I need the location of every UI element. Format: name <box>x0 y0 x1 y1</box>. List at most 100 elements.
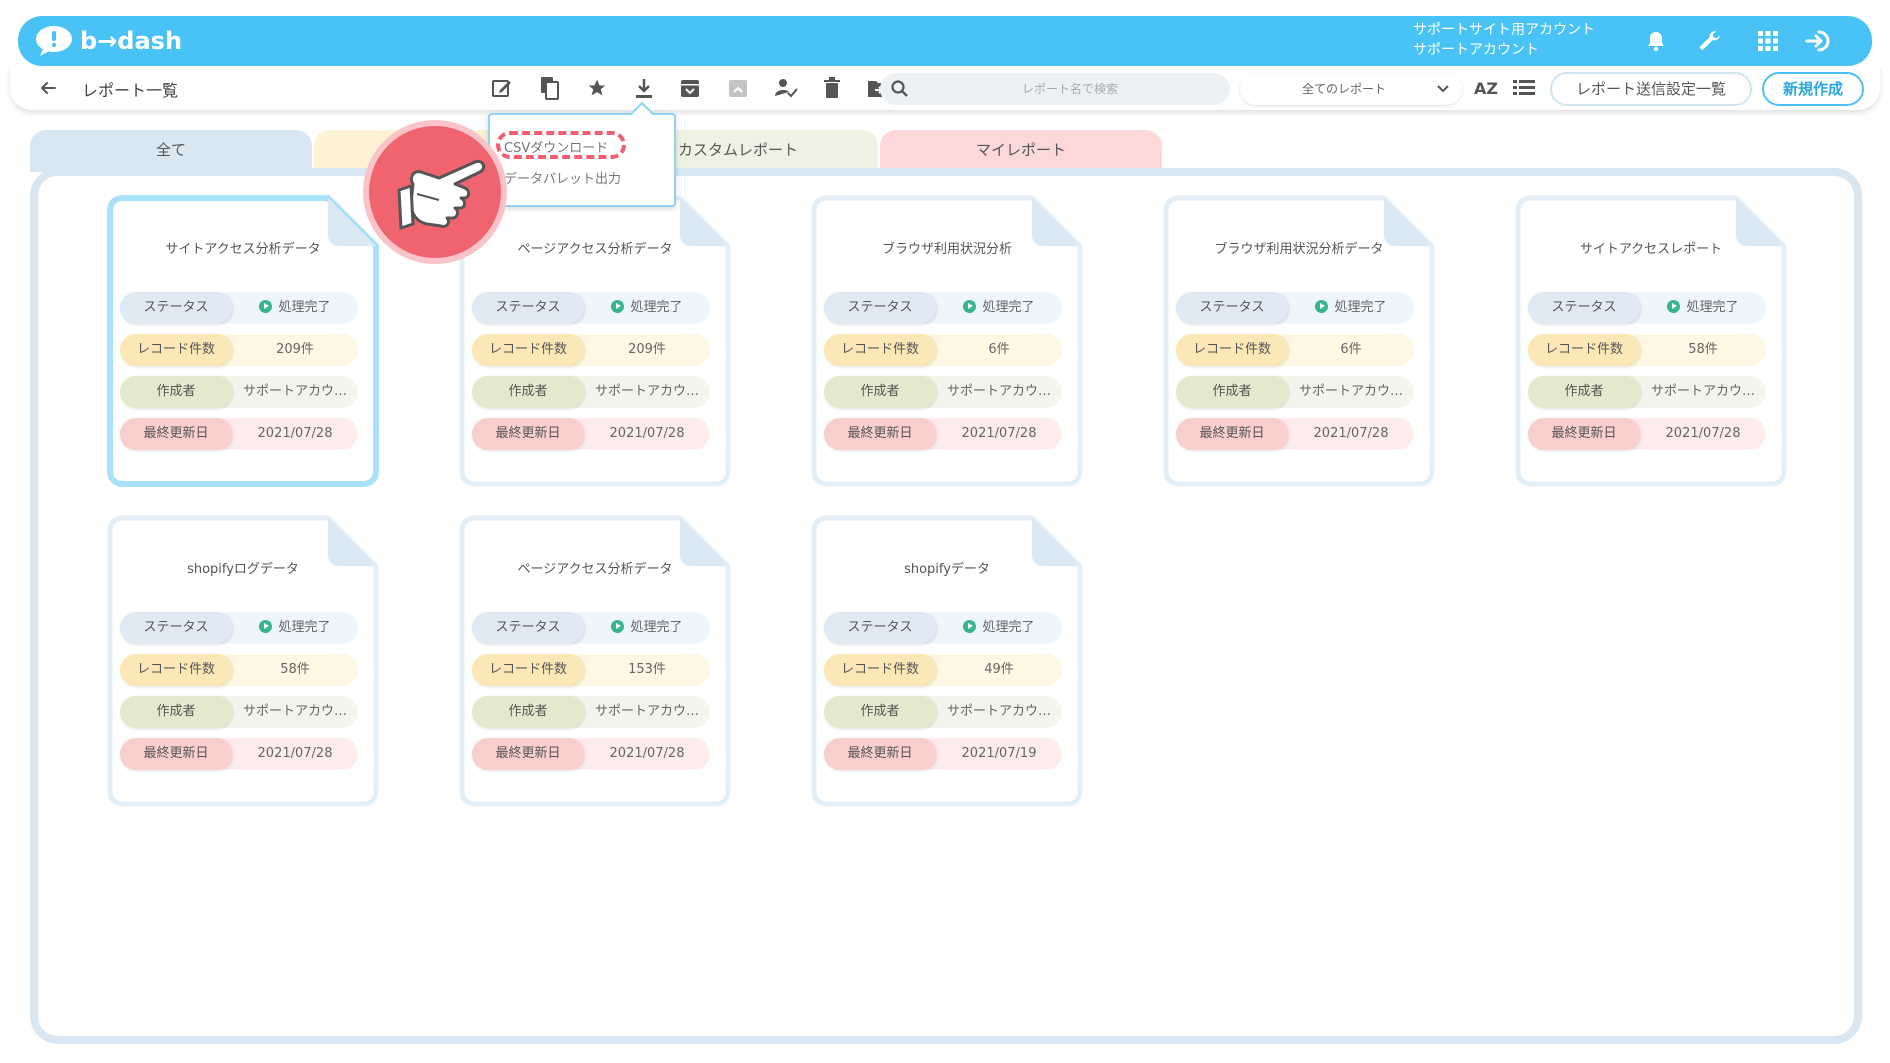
updated-label: 最終更新日 <box>120 738 232 770</box>
status-text: 処理完了 <box>630 620 683 635</box>
report-card[interactable]: ブラウザ利用状況分析 ステータス 処理完了 レコード件数 6件 作成者 サポート… <box>810 194 1084 488</box>
edit-icon[interactable] <box>488 74 516 102</box>
updated-label: 最終更新日 <box>472 738 584 770</box>
status-value: 処理完了 <box>1288 292 1414 324</box>
creator-label: 作成者 <box>1176 376 1288 408</box>
search-box[interactable] <box>880 73 1230 105</box>
star-icon[interactable] <box>583 74 611 102</box>
report-card[interactable]: サイトアクセス分析データ ステータス 処理完了 レコード件数 209件 作成者 … <box>106 194 380 488</box>
records-value: 6件 <box>1340 342 1362 357</box>
report-card-creator-row: 作成者 サポートアカウ… <box>1176 376 1414 408</box>
archive-icon[interactable] <box>676 74 704 102</box>
report-card-title: ブラウザ利用状況分析 <box>881 242 1012 257</box>
apps-grid-icon[interactable] <box>1752 25 1784 57</box>
status-label: ステータス <box>120 612 232 644</box>
report-card-status-row: ステータス 処理完了 <box>472 292 710 324</box>
creator-value: サポートアカウ… <box>242 704 347 719</box>
report-filter-select[interactable]: 全てのレポート <box>1240 73 1462 105</box>
account-site-name: サポートサイト用アカウント <box>1413 22 1595 38</box>
back-arrow-icon[interactable] <box>36 76 60 100</box>
logo[interactable]: b→dash <box>34 25 182 57</box>
csv-highlight-marker <box>496 131 626 159</box>
report-card-records-row: レコード件数 58件 <box>1528 334 1766 366</box>
menu-item-data-palette-export[interactable]: データパレット出力 <box>504 168 621 187</box>
new-report-button[interactable]: 新規作成 <box>1762 72 1864 106</box>
report-card-records-row: レコード件数 153件 <box>472 654 710 686</box>
status-value: 処理完了 <box>584 612 710 644</box>
updated-label: 最終更新日 <box>1176 418 1288 450</box>
records-value: 153件 <box>628 662 666 677</box>
updated-label: 最終更新日 <box>824 418 936 450</box>
list-view-icon[interactable] <box>1510 74 1538 102</box>
updated-value: 2021/07/28 <box>609 746 685 761</box>
report-card-status-row: ステータス 処理完了 <box>1176 292 1414 324</box>
play-circle-icon <box>1667 300 1681 313</box>
report-card-status-row: ステータス 処理完了 <box>824 612 1062 644</box>
report-card-status-row: ステータス 処理完了 <box>472 612 710 644</box>
search-input[interactable] <box>920 73 1220 105</box>
play-circle-icon <box>611 300 625 313</box>
creator-value: サポートアカウ… <box>242 384 347 399</box>
play-circle-icon <box>963 300 977 313</box>
report-card[interactable]: ページアクセス分析データ ステータス 処理完了 レコード件数 153件 作成者 … <box>458 514 732 808</box>
report-card[interactable]: shopifyログデータ ステータス 処理完了 レコード件数 58件 作成者 サ… <box>106 514 380 808</box>
report-card-records-row: レコード件数 6件 <box>1176 334 1414 366</box>
play-circle-icon <box>259 620 273 633</box>
report-card-updated-row: 最終更新日 2021/07/28 <box>472 738 710 770</box>
updated-value: 2021/07/28 <box>1665 426 1741 441</box>
status-text: 処理完了 <box>630 300 683 315</box>
share-user-icon[interactable] <box>772 74 800 102</box>
updated-label: 最終更新日 <box>824 738 936 770</box>
account-user-name: サポートアカウント <box>1413 42 1539 58</box>
download-icon[interactable] <box>630 74 658 102</box>
updated-value: 2021/07/28 <box>1313 426 1389 441</box>
report-card-updated-row: 最終更新日 2021/07/28 <box>824 418 1062 450</box>
records-label: レコード件数 <box>824 654 936 686</box>
creator-label: 作成者 <box>824 696 936 728</box>
report-card-status-row: ステータス 処理完了 <box>824 292 1062 324</box>
tab-all[interactable]: 全て <box>30 130 312 172</box>
records-value: 6件 <box>988 342 1010 357</box>
records-value: 209件 <box>628 342 666 357</box>
bell-icon[interactable] <box>1640 25 1672 57</box>
wrench-icon[interactable] <box>1694 25 1726 57</box>
creator-value: サポートアカウ… <box>594 384 699 399</box>
play-circle-icon <box>611 620 625 633</box>
trash-icon[interactable] <box>818 74 846 102</box>
status-text: 処理完了 <box>982 620 1035 635</box>
tab-my-report[interactable]: マイレポート <box>880 130 1162 172</box>
sort-az-icon[interactable]: AZ <box>1472 74 1500 102</box>
status-value: 処理完了 <box>584 292 710 324</box>
copy-icon[interactable] <box>536 74 564 102</box>
report-send-settings-button[interactable]: レポート送信設定一覧 <box>1550 72 1752 106</box>
status-label: ステータス <box>1176 292 1288 324</box>
report-card[interactable]: ブラウザ利用状況分析データ ステータス 処理完了 レコード件数 6件 作成者 サ… <box>1162 194 1436 488</box>
report-card-title: サイトアクセスレポート <box>1579 242 1723 257</box>
report-card-updated-row: 最終更新日 2021/07/19 <box>824 738 1062 770</box>
logout-icon[interactable] <box>1804 25 1836 57</box>
status-text: 処理完了 <box>1686 300 1739 315</box>
logo-text: b→dash <box>80 27 183 55</box>
status-label: ステータス <box>120 292 232 324</box>
search-icon <box>891 80 908 97</box>
report-filter-value: 全てのレポート <box>1302 82 1387 96</box>
report-card-creator-row: 作成者 サポートアカウ… <box>472 376 710 408</box>
records-value: 49件 <box>984 662 1014 677</box>
records-label: レコード件数 <box>472 654 584 686</box>
report-card[interactable]: サイトアクセスレポート ステータス 処理完了 レコード件数 58件 作成者 サポ… <box>1514 194 1788 488</box>
report-card-creator-row: 作成者 サポートアカウ… <box>1528 376 1766 408</box>
report-card-creator-row: 作成者 サポートアカウ… <box>120 376 358 408</box>
creator-value: サポートアカウ… <box>946 704 1051 719</box>
status-label: ステータス <box>1528 292 1640 324</box>
creator-value: サポートアカウ… <box>946 384 1051 399</box>
report-card-title: shopifyログデータ <box>187 562 299 577</box>
status-value: 処理完了 <box>936 612 1062 644</box>
creator-label: 作成者 <box>1528 376 1640 408</box>
report-card[interactable]: shopifyデータ ステータス 処理完了 レコード件数 49件 作成者 サポー… <box>810 514 1084 808</box>
app-window: b→dash サポートサイト用アカウント サポートアカウント レポート一覧 レポ… <box>0 0 1890 1063</box>
report-card-creator-row: 作成者 サポートアカウ… <box>120 696 358 728</box>
status-value: 処理完了 <box>232 612 358 644</box>
logo-icon <box>36 26 72 56</box>
report-card-records-row: レコード件数 209件 <box>120 334 358 366</box>
unarchive-icon[interactable] <box>724 74 752 102</box>
